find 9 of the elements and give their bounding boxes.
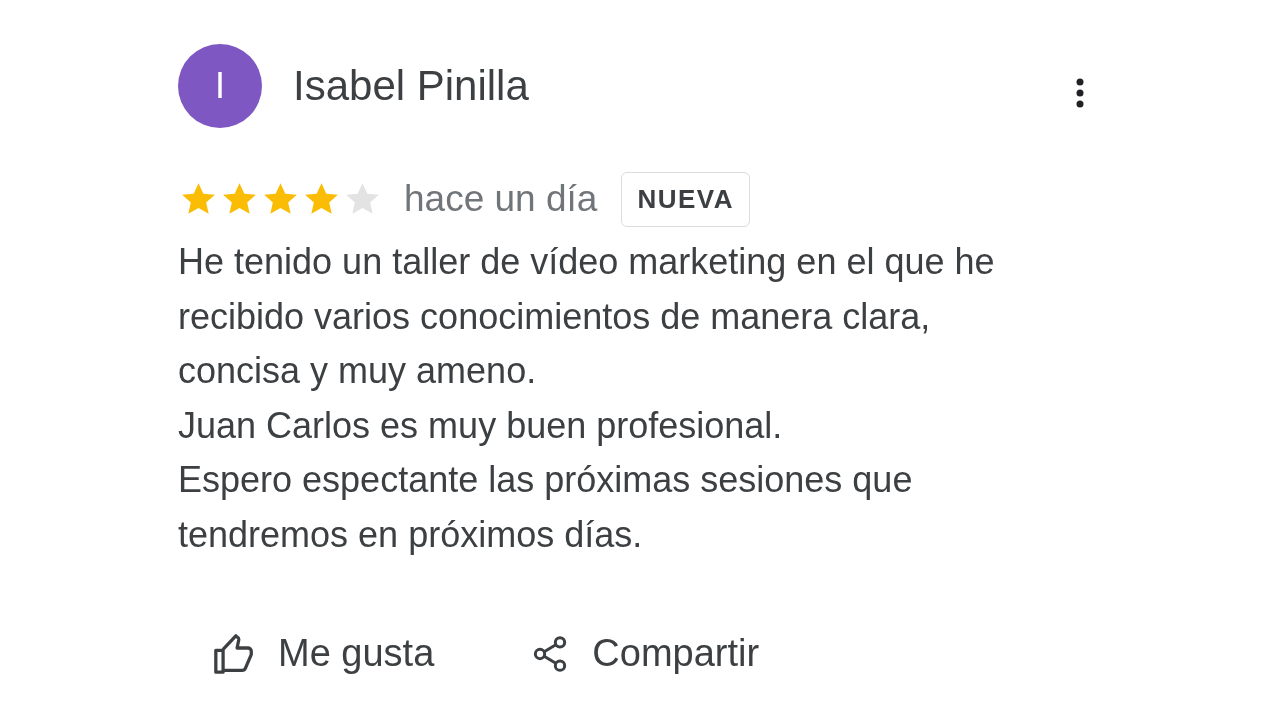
like-button[interactable]: Me gusta: [212, 632, 435, 675]
thumbs-up-icon: [212, 633, 256, 674]
more-options-icon[interactable]: [1076, 78, 1084, 108]
review-time: hace un día: [404, 178, 598, 220]
reviewer-name: Isabel Pinilla: [293, 62, 529, 110]
share-button[interactable]: Compartir: [530, 632, 760, 675]
avatar: I: [178, 44, 262, 128]
new-badge: NUEVA: [621, 171, 750, 227]
review-text: He tenido un taller de vídeo marketing en el que he recibido varios conocimientos de manera clara, concisa y muy ameno. Juan Carlos es muy buen profesional. Espero espectante las próximas sesiones que tendremos en próximos días.: [178, 240, 996, 557]
